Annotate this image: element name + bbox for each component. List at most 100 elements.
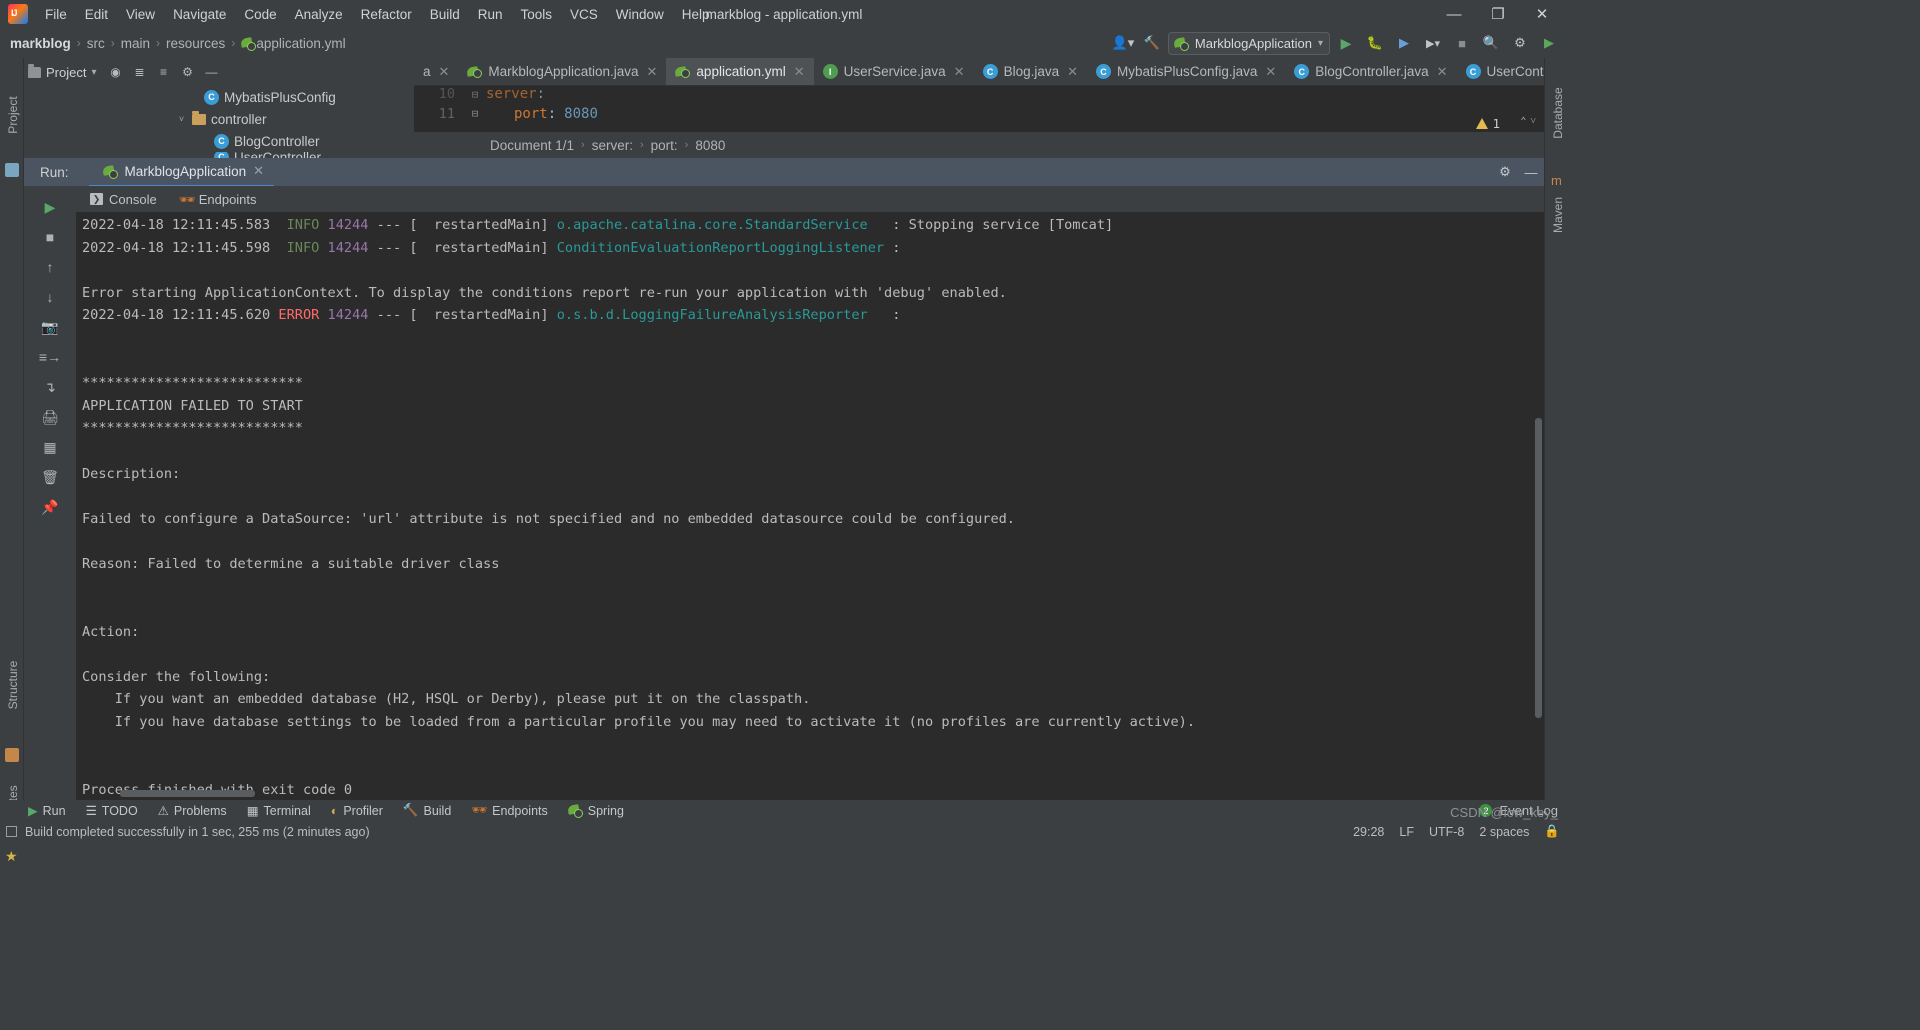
menu-item-window[interactable]: Window — [607, 4, 673, 25]
editor-tab-truncated[interactable]: a ✕ — [414, 58, 458, 85]
menu-item-edit[interactable]: Edit — [76, 4, 117, 25]
editor-tab-application-yml[interactable]: application.yml ✕ — [666, 58, 814, 85]
breadcrumb-item-src[interactable]: src — [87, 36, 105, 51]
nav-down-icon[interactable]: ˅ — [1530, 116, 1536, 127]
editor-tab-markblogapplication-java[interactable]: MarkblogApplication.java ✕ — [458, 58, 666, 85]
export-icon[interactable]: ↴ — [24, 372, 76, 402]
indent-setting[interactable]: 2 spaces — [1479, 825, 1529, 839]
close-icon[interactable]: ✕ — [794, 64, 805, 80]
menu-item-tools[interactable]: Tools — [512, 4, 562, 25]
editor-breadcrumb-server[interactable]: server: — [592, 138, 633, 153]
inspection-status[interactable]: 1 — [1476, 116, 1500, 131]
menu-item-refactor[interactable]: Refactor — [352, 4, 421, 25]
stop-icon[interactable]: ■ — [1449, 31, 1475, 55]
menu-item-navigate[interactable]: Navigate — [164, 4, 235, 25]
camera-icon[interactable]: 📷 — [24, 312, 76, 342]
menu-item-file[interactable]: File — [36, 4, 76, 25]
hammer-icon[interactable]: 🔨 — [1139, 31, 1165, 55]
menu-item-build[interactable]: Build — [421, 4, 469, 25]
tree-item-blogcontroller[interactable]: C BlogController — [24, 130, 414, 152]
lock-icon[interactable]: 🔒 — [1544, 824, 1560, 839]
menu-item-view[interactable]: View — [117, 4, 164, 25]
fold-marker-icon[interactable]: ⊟ — [464, 107, 486, 120]
bottom-tab-build[interactable]: 🔨 Build — [403, 803, 451, 818]
scroll-down-icon[interactable]: ↓ — [24, 282, 76, 312]
close-icon[interactable]: ✕ — [1265, 64, 1276, 80]
menu-item-help[interactable]: Help — [673, 4, 719, 25]
breadcrumb-item-resources[interactable]: resources — [166, 36, 225, 51]
editor-tab-blogcontroller-java[interactable]: C BlogController.java ✕ — [1285, 58, 1456, 85]
editor-breadcrumb-document[interactable]: Document 1/1 — [490, 138, 574, 153]
account-icon[interactable]: 👤▾ — [1110, 31, 1136, 55]
fold-marker-icon[interactable]: ⊟ — [464, 88, 486, 101]
editor-tab-usercontroller-java[interactable]: C UserController.j — [1457, 58, 1544, 85]
run-icon[interactable]: ▶ — [1333, 31, 1359, 55]
thread-dump-icon[interactable]: ≡→ — [24, 342, 76, 372]
run-tab-markblogapplication[interactable]: MarkblogApplication ✕ — [88, 163, 275, 188]
editor-tab-userservice-java[interactable]: I UserService.java ✕ — [814, 58, 974, 85]
bottom-tab-profiler[interactable]: ◐ Profiler — [331, 804, 383, 818]
tree-item-mybatisplusconfig[interactable]: C MybatisPlusConfig — [24, 86, 414, 108]
bottom-tab-run[interactable]: ▶ Run — [28, 803, 66, 819]
menu-item-code[interactable]: Code — [235, 4, 285, 25]
maximize-button[interactable]: ❐ — [1476, 1, 1520, 27]
scroll-up-icon[interactable]: ↑ — [24, 252, 76, 282]
stop-icon[interactable]: ■ — [24, 222, 76, 252]
tab-console[interactable]: ❯ Console — [90, 192, 157, 207]
hide-icon[interactable]: — — [201, 61, 223, 83]
caret-position[interactable]: 29:28 — [1353, 825, 1384, 839]
editor-breadcrumb-port[interactable]: port: — [651, 138, 678, 153]
console-vertical-scrollbar[interactable] — [1535, 418, 1542, 718]
star-icon[interactable]: ★ — [5, 848, 19, 864]
console-horizontal-scrollbar[interactable] — [120, 790, 255, 797]
bottom-tab-terminal[interactable]: ▦ Terminal — [247, 803, 311, 819]
minimize-button[interactable]: — — [1432, 1, 1476, 27]
line-separator[interactable]: LF — [1399, 825, 1414, 839]
tab-endpoints[interactable]: 🕶 Endpoints — [179, 192, 257, 207]
search-everywhere-icon[interactable]: 🔍 — [1478, 31, 1504, 55]
collapse-all-icon[interactable]: ≣ — [129, 61, 151, 83]
debug-icon[interactable]: 🐛 — [1362, 31, 1388, 55]
close-icon[interactable]: ✕ — [954, 64, 965, 80]
bookmarks-icon[interactable] — [5, 748, 19, 762]
close-icon[interactable]: ✕ — [253, 163, 264, 179]
project-panel-title[interactable]: Project ▾ — [28, 63, 103, 80]
minimize-icon[interactable]: — — [1518, 160, 1544, 184]
locate-icon[interactable]: ◉ — [105, 61, 127, 83]
sidebar-item-database[interactable]: Database — [1551, 74, 1565, 152]
menu-item-run[interactable]: Run — [469, 4, 512, 25]
run-coverage-icon[interactable]: ▶ — [1391, 31, 1417, 55]
menu-item-analyze[interactable]: Analyze — [286, 4, 352, 25]
chevron-down-icon[interactable]: ▾ — [91, 67, 96, 78]
sidebar-item-project[interactable]: Project — [6, 76, 20, 154]
file-encoding[interactable]: UTF-8 — [1429, 825, 1464, 839]
editor-breadcrumb-value[interactable]: 8080 — [695, 138, 725, 153]
layout-icon[interactable]: ▦ — [24, 432, 76, 462]
editor-tab-blog-java[interactable]: C Blog.java ✕ — [974, 58, 1087, 85]
bottom-tab-spring[interactable]: Spring — [568, 803, 624, 818]
bottom-tab-problems[interactable]: ⚠ Problems — [158, 803, 227, 819]
expand-icon[interactable]: ≡ — [153, 61, 175, 83]
settings-icon[interactable]: ⚙ — [1507, 31, 1533, 55]
commit-icon[interactable] — [5, 163, 19, 177]
close-icon[interactable]: ✕ — [647, 64, 658, 80]
run-configuration-selector[interactable]: MarkblogApplication ▾ — [1167, 31, 1330, 55]
updates-icon[interactable]: ▶ — [1536, 31, 1562, 55]
chevron-down-icon[interactable]: ˅ — [176, 114, 187, 124]
close-icon[interactable]: ✕ — [1067, 64, 1078, 80]
editor-tab-mybatisplusconfig-java[interactable]: C MybatisPlusConfig.java ✕ — [1087, 58, 1285, 85]
sidebar-item-structure[interactable]: Structure — [6, 646, 20, 724]
bottom-tab-endpoints[interactable]: 🕶 Endpoints — [471, 803, 547, 818]
pin-icon[interactable]: 📌 — [24, 492, 76, 522]
trash-icon[interactable]: 🗑 — [24, 462, 76, 492]
console-output[interactable]: 2022-04-18 12:11:45.583 INFO 14244 --- [… — [76, 212, 1544, 800]
breadcrumb-project[interactable]: markblog — [10, 36, 71, 51]
memory-indicator-icon[interactable] — [6, 826, 17, 837]
chevron-down-icon[interactable]: ▾ — [1318, 38, 1323, 49]
breadcrumb-item-main[interactable]: main — [121, 36, 150, 51]
close-icon[interactable]: ✕ — [439, 64, 450, 80]
nav-up-icon[interactable]: ⌃ — [1520, 116, 1526, 127]
print-icon[interactable]: 🖨 — [24, 402, 76, 432]
rerun-icon[interactable]: ▶ — [24, 192, 76, 222]
bottom-tab-todo[interactable]: ☰ TODO — [86, 803, 138, 819]
